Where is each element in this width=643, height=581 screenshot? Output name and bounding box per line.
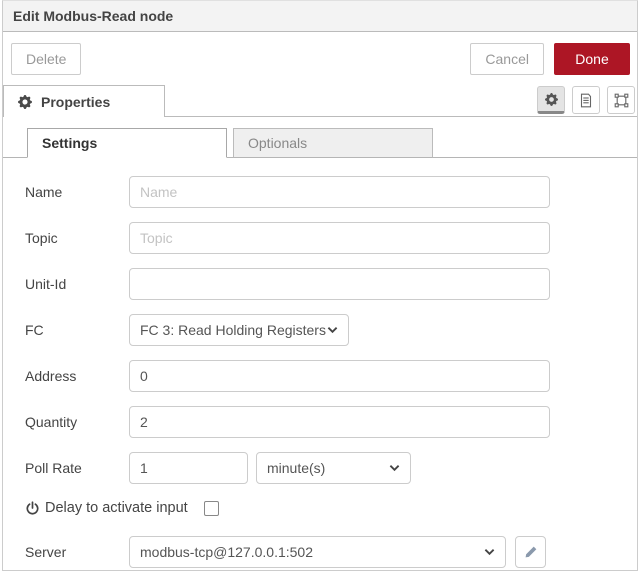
poll-rate-unit-value: minute(s) — [267, 460, 389, 476]
quantity-label: Quantity — [25, 414, 129, 430]
dialog-header: Edit Modbus-Read node — [3, 1, 637, 32]
delete-button[interactable]: Delete — [11, 43, 81, 75]
poll-rate-label: Poll Rate — [25, 460, 129, 476]
settings-form: Name Topic Unit-Id FC FC 3: Read Holding… — [3, 158, 637, 568]
chevron-down-icon — [484, 547, 495, 557]
delay-row: Delay to activate input — [25, 498, 637, 518]
gear-icon — [545, 93, 558, 106]
pencil-icon — [524, 545, 538, 559]
server-label: Server — [25, 544, 129, 560]
unit-id-input[interactable] — [129, 268, 550, 300]
document-icon — [579, 93, 593, 108]
tab-optionals-label: Optionals — [248, 135, 307, 151]
tab-properties[interactable]: Properties — [3, 85, 165, 117]
dialog-title: Edit Modbus-Read node — [13, 8, 173, 24]
name-row: Name — [25, 176, 637, 208]
tab-properties-label: Properties — [41, 94, 110, 110]
delay-label: Delay to activate input — [45, 500, 188, 516]
server-select[interactable]: modbus-tcp@127.0.0.1:502 — [129, 536, 506, 568]
topic-input[interactable] — [129, 222, 550, 254]
quantity-input[interactable] — [129, 406, 550, 438]
cancel-button[interactable]: Cancel — [470, 43, 544, 75]
gear-icon — [18, 95, 32, 109]
properties-tab-bar: Properties — [3, 85, 637, 117]
unit-id-row: Unit-Id — [25, 268, 637, 300]
edit-server-button[interactable] — [515, 536, 546, 568]
edit-node-dialog: Edit Modbus-Read node Delete Cancel Done… — [2, 0, 638, 571]
server-row: Server modbus-tcp@127.0.0.1:502 — [25, 536, 637, 568]
done-button[interactable]: Done — [554, 43, 630, 75]
tab-settings[interactable]: Settings — [27, 128, 227, 158]
tab-optionals[interactable]: Optionals — [233, 128, 433, 158]
address-label: Address — [25, 368, 129, 384]
chevron-down-icon — [327, 325, 338, 335]
tab-settings-label: Settings — [42, 135, 97, 151]
fc-row: FC FC 3: Read Holding Registers — [25, 314, 637, 346]
fc-label: FC — [25, 322, 129, 338]
topic-row: Topic — [25, 222, 637, 254]
poll-rate-unit-select[interactable]: minute(s) — [256, 452, 411, 484]
topic-label: Topic — [25, 230, 129, 246]
unit-id-label: Unit-Id — [25, 276, 129, 292]
node-properties-button[interactable] — [537, 86, 565, 114]
address-row: Address — [25, 360, 637, 392]
delay-checkbox[interactable] — [204, 501, 219, 516]
poll-rate-row: Poll Rate minute(s) — [25, 452, 637, 484]
fc-select[interactable]: FC 3: Read Holding Registers — [129, 314, 349, 346]
fc-select-value: FC 3: Read Holding Registers — [140, 322, 327, 338]
poll-rate-input[interactable] — [129, 452, 248, 484]
server-select-value: modbus-tcp@127.0.0.1:502 — [140, 544, 484, 560]
chevron-down-icon — [389, 463, 400, 473]
node-description-button[interactable] — [572, 86, 600, 114]
name-input[interactable] — [129, 176, 550, 208]
dialog-toolbar: Delete Cancel Done — [3, 32, 637, 85]
editor-icon-buttons — [537, 86, 635, 114]
name-label: Name — [25, 184, 129, 200]
power-icon — [25, 501, 40, 516]
address-input[interactable] — [129, 360, 550, 392]
frame-select-icon — [614, 93, 629, 108]
settings-tab-bar: Settings Optionals — [3, 127, 637, 158]
node-appearance-button[interactable] — [607, 86, 635, 114]
quantity-row: Quantity — [25, 406, 637, 438]
